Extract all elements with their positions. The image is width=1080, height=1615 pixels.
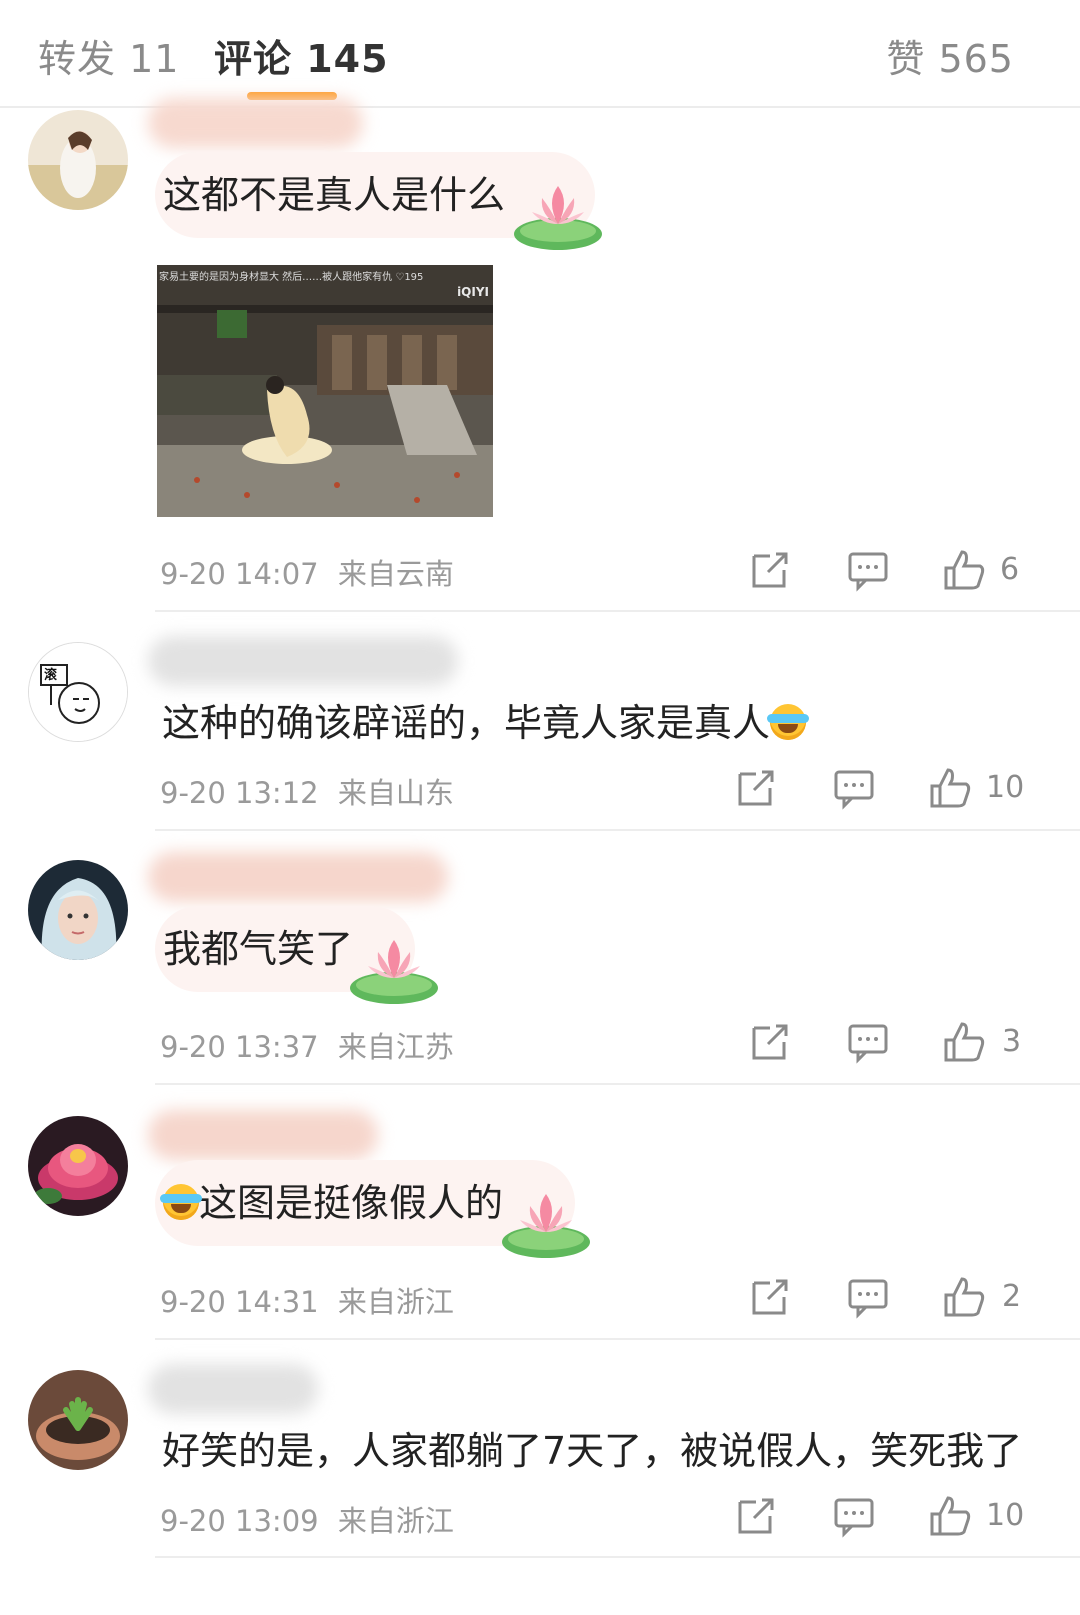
avatar[interactable]: 滚 <box>28 642 128 742</box>
comment-location: 来自浙江 <box>337 1285 454 1319</box>
share-icon[interactable] <box>748 548 792 592</box>
tab-like[interactable]: 赞 565 <box>886 28 1014 83</box>
like-icon[interactable] <box>942 548 986 592</box>
share-icon[interactable] <box>734 1494 778 1538</box>
comment-actions: 10 <box>720 766 1080 816</box>
tab-repost[interactable]: 转发 11 <box>38 28 179 83</box>
comment-meta: 9-20 13:12 来自山东 <box>160 770 454 812</box>
avatar[interactable] <box>28 860 128 960</box>
image-watermark: iQIYI <box>457 285 489 299</box>
divider <box>155 829 1080 831</box>
share-icon[interactable] <box>748 1275 792 1319</box>
comment-actions: 3 <box>720 1020 1080 1070</box>
cry-laugh-icon <box>160 1184 202 1220</box>
comment-icon[interactable] <box>832 1494 876 1538</box>
comment-meta: 9-20 13:09 来自浙江 <box>160 1498 454 1540</box>
share-icon[interactable] <box>734 766 778 810</box>
comment-text: 我都气笑了 <box>163 927 354 971</box>
comment-actions: 2 <box>720 1275 1080 1325</box>
avatar[interactable] <box>28 1370 128 1470</box>
comment-time: 9-20 14:31 <box>160 1285 319 1319</box>
comment-meta: 9-20 14:07 来自云南 <box>160 551 454 593</box>
comment-time: 9-20 13:37 <box>160 1030 319 1064</box>
lotus-icon <box>514 186 602 250</box>
comment-location: 来自云南 <box>337 557 454 591</box>
comment-icon[interactable] <box>846 548 890 592</box>
like-icon[interactable] <box>928 766 972 810</box>
comment-text: 好笑的是，人家都躺了7天了，被说假人，笑死我了 <box>162 1429 1023 1473</box>
comment-icon[interactable] <box>832 766 876 810</box>
lotus-icon <box>502 1194 590 1258</box>
avatar[interactable] <box>28 1116 128 1216</box>
comment-icon[interactable] <box>846 1275 890 1319</box>
username-redacted <box>148 636 458 686</box>
divider <box>155 1556 1080 1558</box>
like-count: 10 <box>986 770 1025 805</box>
comment-actions: 10 <box>720 1494 1080 1544</box>
like-count: 2 <box>1002 1279 1022 1314</box>
comment-image[interactable]: 家易土要的是因为身材显大 然后……被人跟他家有仇 ♡195 iQIYI <box>157 265 493 517</box>
lotus-icon <box>350 940 438 1004</box>
like-icon[interactable] <box>928 1494 972 1538</box>
like-icon[interactable] <box>942 1020 986 1064</box>
tab-comment[interactable]: 评论 145 <box>214 28 389 83</box>
comment-location: 来自浙江 <box>337 1504 454 1538</box>
avatar[interactable] <box>28 110 128 210</box>
like-count: 6 <box>1000 552 1020 587</box>
comment-tab-bar: 转发 11 评论 145 赞 565 <box>0 0 1080 108</box>
divider <box>155 1338 1080 1340</box>
avatar-sign-text: 滚 <box>44 668 58 683</box>
username-redacted <box>148 98 363 148</box>
divider <box>155 610 1080 612</box>
comment-location: 来自山东 <box>337 776 454 810</box>
comment-location: 来自江苏 <box>337 1030 454 1064</box>
comment-meta: 9-20 14:31 来自浙江 <box>160 1279 454 1321</box>
like-count: 10 <box>986 1498 1025 1533</box>
like-count: 3 <box>1002 1024 1022 1059</box>
divider <box>155 1083 1080 1085</box>
share-icon[interactable] <box>748 1020 792 1064</box>
comment-time: 9-20 13:12 <box>160 776 319 810</box>
comment-text: 这种的确该辟谣的，毕竟人家是真人 <box>162 692 810 747</box>
comment-time: 9-20 13:09 <box>160 1504 319 1538</box>
username-redacted <box>148 1364 318 1414</box>
comment-time: 9-20 14:07 <box>160 557 319 591</box>
comment-meta: 9-20 13:37 来自江苏 <box>160 1024 454 1066</box>
comment-text: 这图是挺像假人的 <box>199 1181 504 1225</box>
username-redacted <box>148 852 448 902</box>
comment-actions: 6 <box>720 548 1080 598</box>
like-icon[interactable] <box>942 1275 986 1319</box>
username-redacted <box>148 1110 378 1160</box>
cry-laugh-icon <box>767 704 810 740</box>
comment-icon[interactable] <box>846 1020 890 1064</box>
comment-text: 这都不是真人是什么 <box>163 173 506 217</box>
image-caption: 家易土要的是因为身材显大 然后……被人跟他家有仇 ♡195 <box>159 272 424 283</box>
